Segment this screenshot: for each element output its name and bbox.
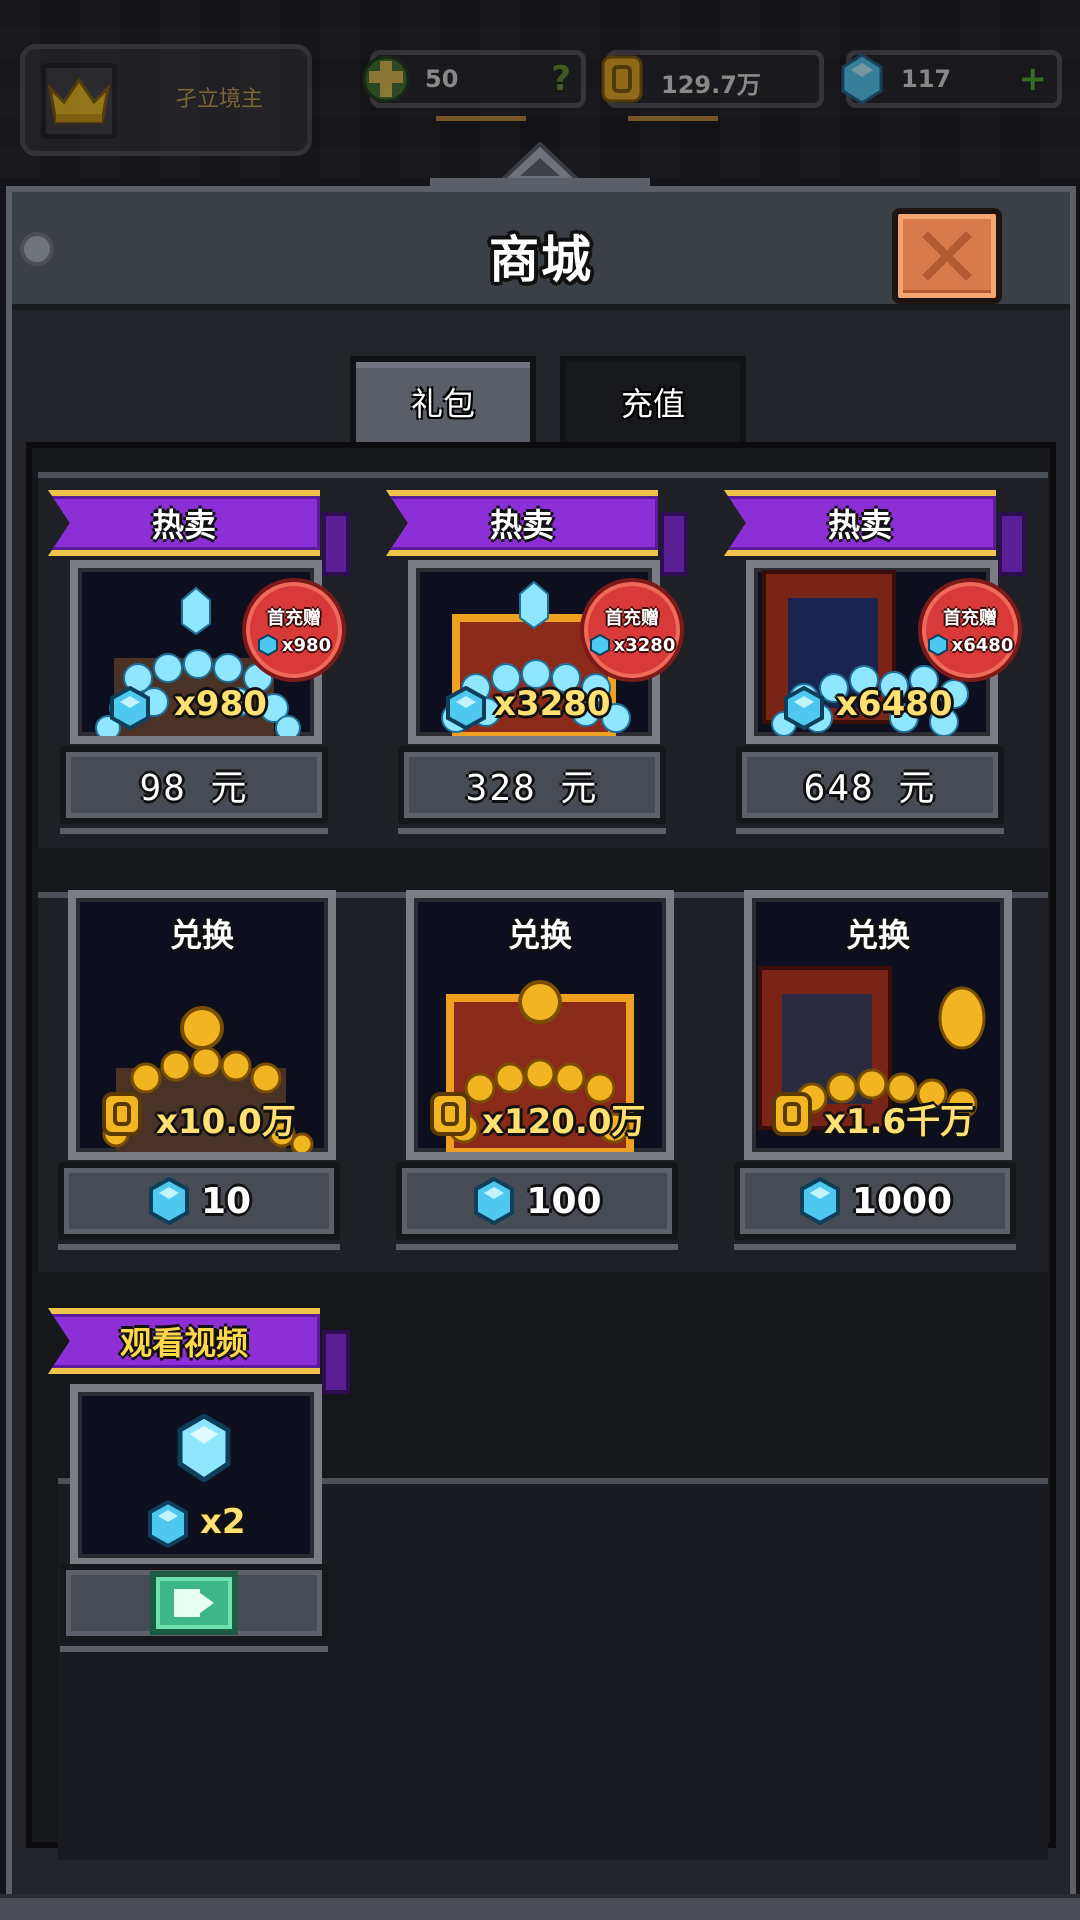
hot-sale-ribbon: 热卖 bbox=[48, 490, 320, 556]
avatar bbox=[41, 63, 117, 139]
add-gems-button[interactable]: + bbox=[1019, 59, 1048, 99]
green-cross-icon bbox=[361, 51, 411, 107]
coin-bar bbox=[628, 116, 718, 121]
price-button[interactable]: 648 元 bbox=[736, 746, 1004, 834]
tab-gift-packs[interactable]: 礼包 bbox=[350, 356, 536, 442]
gem-cost-button[interactable]: 100 bbox=[396, 1162, 678, 1250]
hot-sale-ribbon: 热卖 bbox=[724, 490, 996, 556]
gold-coin-icon bbox=[102, 1092, 142, 1136]
first-recharge-badge: 首充赠 x3280 bbox=[580, 578, 684, 682]
gem-cost: 100 bbox=[526, 1180, 602, 1222]
stamina-bar bbox=[436, 116, 526, 121]
gem-value: 117 bbox=[901, 65, 952, 93]
price-label: 328 元 bbox=[465, 768, 599, 809]
stamina-value: 50 bbox=[425, 65, 459, 93]
watch-video-ribbon: 观看视频 bbox=[48, 1308, 320, 1374]
coin-quantity: x1.6千万 bbox=[824, 1102, 975, 1142]
coin-value: 129.7万 bbox=[661, 71, 761, 99]
price-label: 648 元 bbox=[803, 768, 937, 809]
badge-quantity: x980 bbox=[281, 634, 332, 656]
ribbon-tail bbox=[998, 512, 1026, 576]
blue-gem-icon bbox=[148, 1177, 189, 1225]
badge-title: 首充赠 bbox=[943, 608, 997, 629]
exchange-title: 兑换 bbox=[845, 916, 910, 954]
play-video-icon bbox=[150, 1571, 238, 1635]
first-recharge-badge: 首充赠 x980 bbox=[242, 578, 346, 682]
blue-gem-icon bbox=[927, 634, 948, 656]
badge-title: 首充赠 bbox=[267, 608, 321, 629]
tab-recharge[interactable]: 充值 bbox=[560, 356, 746, 442]
title-bar: 商城 bbox=[12, 192, 1070, 310]
gold-coin-icon bbox=[772, 1092, 812, 1136]
help-icon[interactable]: ? bbox=[551, 59, 571, 99]
badge-title: 首充赠 bbox=[605, 608, 659, 629]
blue-gem-icon bbox=[474, 1177, 515, 1225]
gem-quantity: x2 bbox=[200, 1502, 246, 1542]
coin-quantity: x120.0万 bbox=[482, 1102, 646, 1142]
blue-gem-icon bbox=[784, 686, 824, 730]
gem-counter: 117 + bbox=[841, 50, 1062, 108]
close-icon bbox=[922, 231, 972, 281]
gold-coin-icon bbox=[430, 1092, 470, 1136]
price-button[interactable]: 98 元 bbox=[60, 746, 328, 834]
ribbon-tail bbox=[660, 512, 688, 576]
crown-icon bbox=[48, 77, 110, 124]
ribbon-tail bbox=[322, 512, 350, 576]
blue-gem-icon bbox=[837, 51, 887, 107]
panel-bottom-border bbox=[0, 1894, 1080, 1920]
panel-ornament bbox=[430, 142, 650, 192]
blue-gem-icon bbox=[446, 686, 486, 730]
blue-gem-icon bbox=[110, 686, 150, 730]
close-button[interactable] bbox=[892, 208, 1002, 304]
coin-counter: 129.7万 bbox=[601, 50, 824, 108]
blue-gem-icon bbox=[148, 1500, 188, 1548]
coin-quantity: x10.0万 bbox=[156, 1102, 296, 1142]
first-recharge-badge: 首充赠 x6480 bbox=[918, 578, 1022, 682]
gem-cost: 1000 bbox=[851, 1180, 953, 1222]
ribbon-tail bbox=[322, 1330, 350, 1394]
gold-coin-icon bbox=[597, 51, 647, 107]
blue-gem-icon bbox=[177, 1414, 231, 1482]
player-name: 孑立境主 bbox=[175, 87, 264, 112]
hot-sale-ribbon: 热卖 bbox=[386, 490, 658, 556]
badge-quantity: x6480 bbox=[951, 634, 1014, 656]
price-button[interactable]: 328 元 bbox=[398, 746, 666, 834]
gem-cost: 10 bbox=[200, 1180, 252, 1222]
stamina-counter: 50 ? bbox=[362, 50, 586, 108]
blue-gem-icon bbox=[799, 1177, 840, 1225]
blue-gem-icon bbox=[589, 634, 610, 656]
player-info[interactable]: 孑立境主 bbox=[20, 44, 312, 156]
gem-quantity: x3280 bbox=[494, 684, 611, 724]
video-offer-image bbox=[70, 1384, 322, 1566]
watch-video-button[interactable] bbox=[60, 1564, 328, 1652]
gem-quantity: x980 bbox=[174, 684, 267, 724]
badge-quantity: x3280 bbox=[613, 634, 676, 656]
blue-gem-icon bbox=[257, 634, 278, 656]
gem-quantity: x6480 bbox=[836, 684, 953, 724]
price-label: 98 元 bbox=[139, 768, 249, 809]
gem-cost-button[interactable]: 1000 bbox=[734, 1162, 1016, 1250]
gem-cost-button[interactable]: 10 bbox=[58, 1162, 340, 1250]
